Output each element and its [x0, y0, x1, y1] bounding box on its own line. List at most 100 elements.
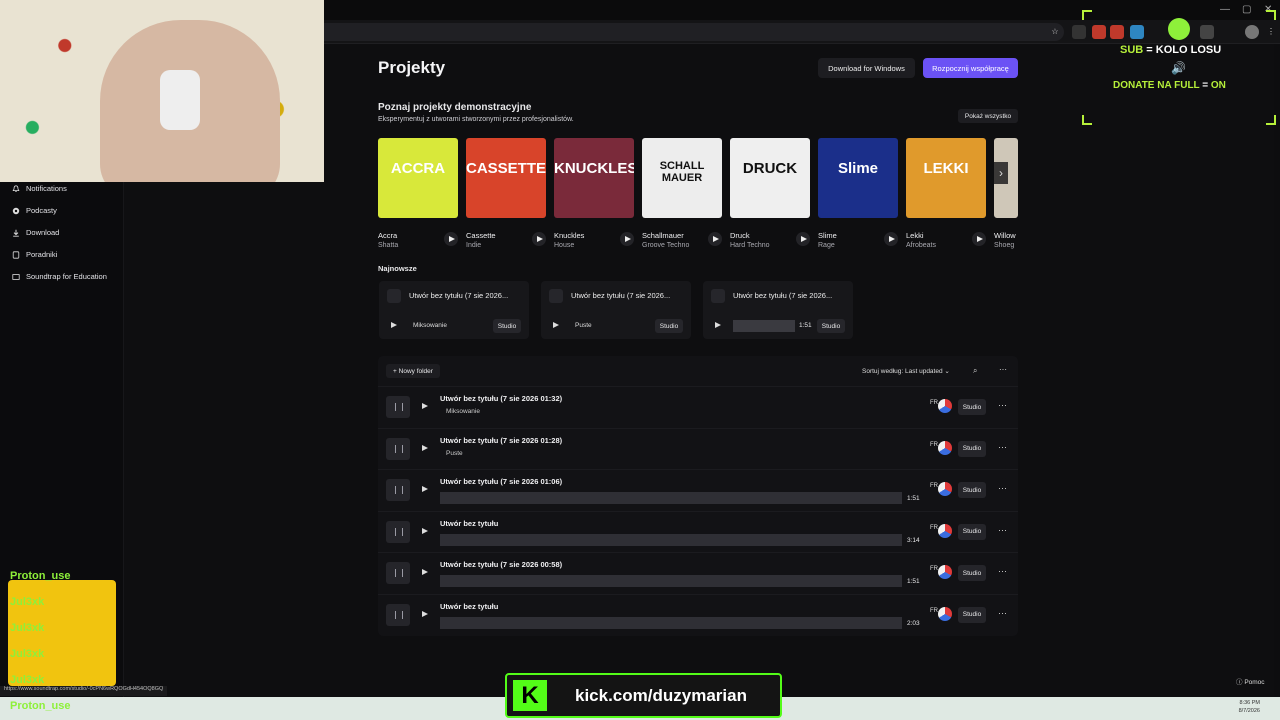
demo-name: Druck: [730, 231, 750, 240]
owner-initials: FR: [930, 566, 938, 572]
owner-initials: FR: [930, 400, 938, 406]
open-studio-button[interactable]: Studio: [958, 440, 986, 457]
demo-play-icon[interactable]: [620, 232, 634, 246]
open-studio-button[interactable]: Studio: [958, 399, 986, 415]
recent-project-card[interactable]: Utwór bez tytułu (7 sie 2026... Miksowan…: [379, 281, 529, 339]
demo-section-subtitle: Eksperymentuj z utworami stworzonymi prz…: [378, 116, 574, 123]
waveform[interactable]: [440, 492, 902, 504]
overlay-bracket: [1082, 10, 1092, 20]
more-options-icon[interactable]: ⋯: [998, 525, 1007, 536]
play-icon[interactable]: [418, 566, 432, 580]
demo-cover-image[interactable]: CASSETTE: [466, 138, 546, 218]
project-row[interactable]: Utwór bez tytułu 3:14 FR Studio ⋯: [378, 510, 1018, 552]
recent-project-duration: 1:51: [799, 322, 812, 329]
recent-project-card[interactable]: Utwór bez tytułu (7 sie 2026... 1:51 Stu…: [703, 281, 853, 339]
show-all-button[interactable]: Pokaż wszystko: [958, 109, 1018, 123]
owner-initials: FR: [930, 524, 938, 531]
owner-initials: FR: [930, 483, 938, 489]
open-studio-button[interactable]: Studio: [493, 319, 521, 333]
recent-project-card[interactable]: Utwór bez tytułu (7 sie 2026... Puste St…: [541, 281, 691, 339]
more-options-icon[interactable]: ⋯: [998, 400, 1007, 411]
project-title: Utwór bez tytułu (7 sie 2026 01:28): [440, 435, 563, 445]
extension-icon[interactable]: [1110, 25, 1124, 39]
bell-icon: [12, 184, 20, 192]
browser-tab-strip: — ▢ ✕: [324, 0, 1280, 20]
demo-cover-image[interactable]: DRUCK: [730, 138, 810, 218]
play-icon[interactable]: [711, 319, 725, 333]
sidebar-item-label: Podcasty: [26, 206, 57, 215]
demo-cover-image[interactable]: SCHALL MAUER: [642, 138, 722, 218]
play-icon[interactable]: [418, 442, 432, 456]
open-studio-button[interactable]: Studio: [655, 319, 683, 333]
maximize-icon[interactable]: ▢: [1242, 4, 1251, 15]
more-options-icon[interactable]: ⋯: [998, 442, 1007, 453]
play-icon[interactable]: [418, 525, 432, 539]
download-for-windows-button[interactable]: Download for Windows: [818, 58, 915, 78]
sidebar-item-podcasts[interactable]: Podcasty: [12, 206, 57, 215]
profile-avatar-icon[interactable]: [1245, 25, 1259, 39]
demo-cover-image[interactable]: Slime: [818, 138, 898, 218]
play-icon[interactable]: [549, 319, 563, 333]
play-icon[interactable]: [418, 400, 432, 414]
play-icon[interactable]: [418, 483, 432, 497]
audio-file-icon: [386, 437, 410, 460]
sort-label: Sortuj według: Last updated: [862, 368, 943, 375]
donate-overlay-text: DONATE NA FULL = ON: [1113, 80, 1226, 91]
extensions-puzzle-icon[interactable]: [1200, 25, 1214, 39]
project-row[interactable]: Utwór bez tytułu (7 sie 2026 00:58) 1:51 F…: [378, 552, 1018, 593]
sidebar-item-notifications[interactable]: Notifications: [12, 184, 67, 193]
open-studio-button[interactable]: Studio: [817, 319, 845, 333]
play-icon[interactable]: [387, 319, 401, 333]
demo-name: Slime: [818, 231, 837, 240]
demo-play-icon[interactable]: [708, 232, 722, 246]
bookmark-star-icon[interactable]: ☆: [1048, 25, 1062, 39]
project-row[interactable]: Utwór bez tytułu (7 sie 2026 01:28) Puste…: [378, 427, 1018, 469]
minimize-icon[interactable]: —: [1220, 4, 1230, 15]
sidebar-item-download[interactable]: Download: [12, 228, 59, 237]
demo-play-icon[interactable]: [972, 232, 986, 246]
page-title: Projekty: [378, 58, 446, 77]
project-row[interactable]: Utwór bez tytułu (7 sie 2026 01:06) 1:51 F…: [378, 469, 1018, 510]
project-row[interactable]: Utwór bez tytułu (7 sie 2026 01:32) Mikso…: [378, 386, 1018, 427]
project-status: Puste: [446, 449, 463, 457]
demo-play-icon[interactable]: [532, 232, 546, 246]
project-row[interactable]: Utwór bez tytułu 2:03 FR Studio ⋯: [378, 593, 1018, 635]
sort-dropdown[interactable]: Sortuj według: Last updated ⌄: [862, 367, 950, 375]
extension-icon[interactable]: [1130, 25, 1144, 39]
open-studio-button[interactable]: Studio: [958, 565, 986, 581]
waveform[interactable]: [440, 533, 902, 546]
sidebar-item-education[interactable]: Soundtrap for Education: [12, 272, 107, 281]
more-options-icon[interactable]: ⋯: [999, 365, 1007, 374]
start-collaboration-button[interactable]: Rozpocznij współpracę: [923, 58, 1018, 78]
more-options-icon[interactable]: ⋯: [998, 608, 1007, 619]
extension-icon[interactable]: [1072, 25, 1086, 39]
open-studio-button[interactable]: Studio: [958, 606, 986, 623]
play-icon[interactable]: [418, 608, 432, 622]
carousel-next-icon[interactable]: ›: [994, 162, 1008, 184]
demo-play-icon[interactable]: [444, 232, 458, 246]
project-duration: 3:14: [907, 536, 920, 544]
waveform[interactable]: [440, 575, 902, 587]
demo-play-icon[interactable]: [884, 232, 898, 246]
demo-cover-image[interactable]: ACCRA: [378, 138, 458, 218]
demo-cover-text: ACCRA: [390, 160, 446, 177]
waveform[interactable]: [440, 616, 902, 629]
sidebar-item-tutorials[interactable]: Poradniki: [12, 250, 57, 259]
audio-file-icon: [386, 562, 410, 584]
extension-icon[interactable]: [1092, 25, 1106, 39]
new-folder-button[interactable]: + Nowy folder: [386, 364, 440, 378]
speaker-icon: 🔊: [1171, 61, 1186, 75]
more-options-icon[interactable]: ⋯: [998, 483, 1007, 494]
demo-cover-image[interactable]: LEKKI: [906, 138, 986, 218]
project-title: Utwór bez tytułu (7 sie 2026 00:58): [440, 560, 563, 569]
help-button[interactable]: ⓘ Pomoc: [1236, 676, 1265, 686]
search-icon[interactable]: ⌕: [973, 366, 977, 376]
demo-play-icon[interactable]: [796, 232, 810, 246]
more-options-icon[interactable]: ⋯: [998, 566, 1007, 577]
open-studio-button[interactable]: Studio: [958, 482, 986, 498]
overlay-bracket: [1266, 10, 1276, 20]
address-bar[interactable]: [324, 23, 1064, 41]
browser-menu-icon[interactable]: ⋮: [1264, 25, 1278, 39]
open-studio-button[interactable]: Studio: [958, 523, 986, 540]
demo-cover-image[interactable]: KNUCKLES: [554, 138, 634, 218]
